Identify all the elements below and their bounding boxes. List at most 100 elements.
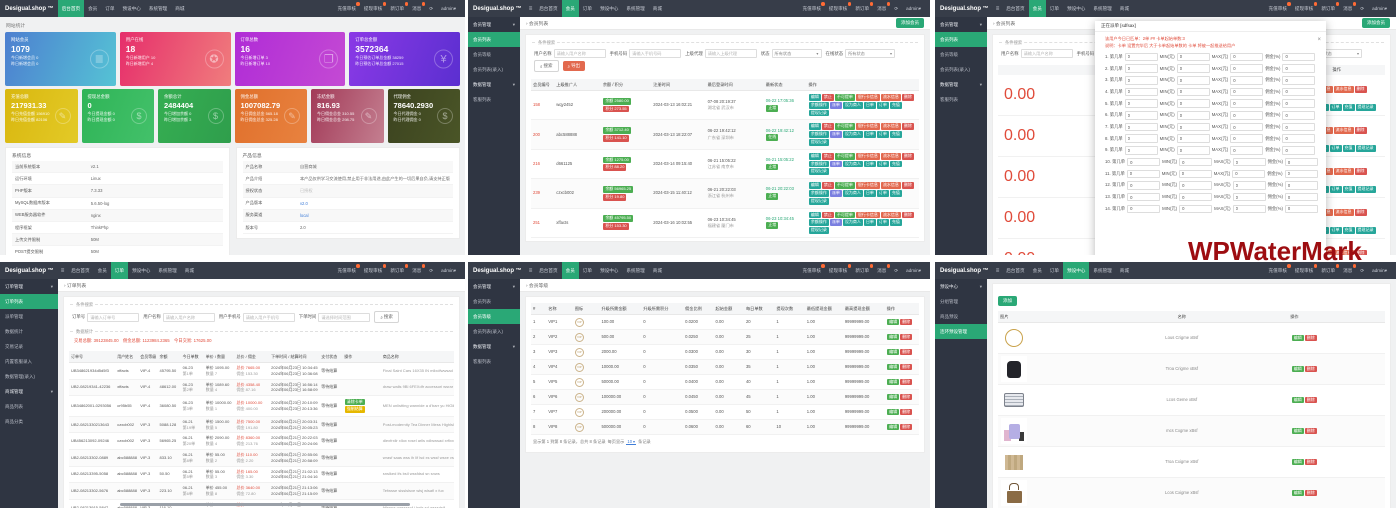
- nav-item[interactable]: 系统管理: [1089, 0, 1115, 17]
- nav-right-item[interactable]: 充值审核: [1265, 0, 1291, 17]
- filter-input[interactable]: [87, 313, 139, 322]
- edit-button[interactable]: 编辑: [1292, 366, 1304, 373]
- rate-input[interactable]: [1285, 193, 1318, 202]
- nav-right-item[interactable]: 充值审核: [334, 262, 360, 279]
- action-chip[interactable]: 流水信息: [881, 153, 901, 160]
- delete-button[interactable]: 删除: [900, 334, 912, 341]
- action-chip[interactable]: 订单: [1330, 104, 1342, 111]
- sidebar-item[interactable]: 会员列表(录入): [468, 62, 520, 77]
- min-input[interactable]: [1177, 111, 1210, 120]
- action-chip[interactable]: 不可提单: [835, 212, 855, 219]
- action-chip[interactable]: 删除: [902, 94, 914, 101]
- nav-right-item[interactable]: 提现审核: [1291, 0, 1317, 17]
- action-chip[interactable]: 充值: [1343, 227, 1355, 234]
- sidebar-item[interactable]: 商品预设: [935, 309, 987, 324]
- sidebar-item[interactable]: 内置客服录入: [0, 354, 58, 369]
- action-chip[interactable]: 设为商人: [843, 131, 863, 138]
- action-chip[interactable]: 编辑: [809, 212, 821, 219]
- action-chip[interactable]: 编辑: [809, 94, 821, 101]
- filter-input[interactable]: [163, 313, 215, 322]
- edit-button[interactable]: 编辑: [1292, 490, 1304, 497]
- max-input[interactable]: [1233, 181, 1266, 190]
- min-input[interactable]: [1177, 146, 1210, 155]
- action-chip[interactable]: 订单: [877, 131, 889, 138]
- hamburger-icon[interactable]: ≡: [993, 268, 1003, 274]
- nav-item[interactable]: 会员: [562, 262, 579, 279]
- action-chip[interactable]: 充值: [1343, 186, 1355, 193]
- nav-item[interactable]: 预设中心: [596, 262, 622, 279]
- sidebar-item[interactable]: 数据统计: [0, 324, 58, 339]
- nav-item[interactable]: 预设中心: [128, 262, 154, 279]
- nav-right-item[interactable]: 充值审核: [799, 262, 825, 279]
- action-chip[interactable]: 不可提单: [835, 182, 855, 189]
- nav-item[interactable]: 会员: [1029, 0, 1046, 17]
- delete-button[interactable]: 删除: [900, 319, 912, 326]
- delete-button[interactable]: 删除: [900, 424, 912, 431]
- edit-button[interactable]: 编辑: [1292, 397, 1304, 404]
- action-chip[interactable]: 设为商人: [843, 102, 863, 109]
- action-chip[interactable]: 设为商人: [843, 190, 863, 197]
- action-chip[interactable]: 派单: [830, 131, 842, 138]
- max-input[interactable]: [1230, 134, 1263, 143]
- admin-menu[interactable]: admin▾: [1368, 262, 1391, 279]
- action-chip[interactable]: 禁止: [822, 212, 834, 219]
- max-input[interactable]: [1230, 99, 1263, 108]
- action-chip[interactable]: 充值: [1343, 104, 1355, 111]
- nav-right-item[interactable]: 消息: [873, 0, 890, 17]
- sidebar-item[interactable]: 会员列表(录入): [468, 324, 520, 339]
- edit-button[interactable]: 编辑: [1292, 335, 1304, 342]
- action-chip[interactable]: 余额操作: [809, 219, 829, 226]
- action-chip[interactable]: 提现记录: [809, 227, 829, 234]
- rate-input[interactable]: [1282, 123, 1315, 132]
- max-input[interactable]: [1233, 158, 1266, 167]
- min-input[interactable]: [1179, 193, 1212, 202]
- sidebar-item[interactable]: 分组管理: [935, 294, 987, 309]
- action-chip[interactable]: 禁止: [822, 182, 834, 189]
- edit-button[interactable]: 编辑: [887, 349, 899, 356]
- nav-item[interactable]: 订单: [1046, 262, 1063, 279]
- action-chip[interactable]: 派单: [830, 161, 842, 168]
- sequence-input[interactable]: [1125, 134, 1158, 143]
- sidebar-item[interactable]: 会员列表: [468, 294, 520, 309]
- nav-right-item[interactable]: 消息: [408, 262, 425, 279]
- export-button[interactable]: ⌕导出: [563, 61, 586, 71]
- search-button[interactable]: ⌕搜索: [534, 60, 559, 72]
- min-input[interactable]: [1179, 205, 1212, 214]
- sidebar-item[interactable]: 数据管理▾: [468, 339, 520, 354]
- min-input[interactable]: [1177, 88, 1210, 97]
- rate-input[interactable]: [1282, 111, 1315, 120]
- nav-item[interactable]: 系统管理: [622, 0, 648, 17]
- delete-button[interactable]: 删除: [1305, 335, 1317, 342]
- action-chip[interactable]: 编辑: [809, 182, 821, 189]
- nav-item[interactable]: 后台首页: [67, 262, 93, 279]
- nav-item[interactable]: 后台首页: [535, 0, 561, 17]
- admin-menu[interactable]: admin▾: [902, 262, 925, 279]
- sequence-input[interactable]: [1125, 88, 1158, 97]
- action-chip[interactable]: 清除卡单: [345, 399, 365, 406]
- rate-input[interactable]: [1285, 205, 1318, 214]
- nav-right-item[interactable]: 消息: [1339, 0, 1356, 17]
- filter-input[interactable]: [243, 313, 295, 322]
- nav-item[interactable]: 订单: [101, 0, 118, 17]
- sequence-input[interactable]: [1127, 158, 1160, 167]
- edit-button[interactable]: 编辑: [887, 334, 899, 341]
- sidebar-item[interactable]: 客服列表: [468, 92, 520, 107]
- nav-item[interactable]: 会员: [562, 0, 579, 17]
- rate-input[interactable]: [1285, 158, 1318, 167]
- delete-button[interactable]: 删除: [900, 349, 912, 356]
- min-input[interactable]: [1177, 64, 1210, 73]
- delete-button[interactable]: 删除: [1305, 459, 1317, 466]
- action-chip[interactable]: 流水信息: [881, 94, 901, 101]
- action-chip[interactable]: 日单: [864, 161, 876, 168]
- action-chip[interactable]: 删除: [902, 212, 914, 219]
- action-chip[interactable]: 强制结算: [345, 406, 365, 413]
- refresh-icon[interactable]: ⟳: [425, 262, 437, 279]
- rate-input[interactable]: [1285, 170, 1318, 179]
- edit-button[interactable]: 编辑: [887, 319, 899, 326]
- filter-input[interactable]: [705, 49, 757, 58]
- sidebar-item[interactable]: 商品分类: [0, 414, 58, 429]
- sidebar-item[interactable]: 客服列表: [468, 354, 520, 369]
- add-member-button[interactable]: 添加会员: [1362, 18, 1390, 28]
- edit-button[interactable]: 编辑: [887, 394, 899, 401]
- min-input[interactable]: [1179, 170, 1212, 179]
